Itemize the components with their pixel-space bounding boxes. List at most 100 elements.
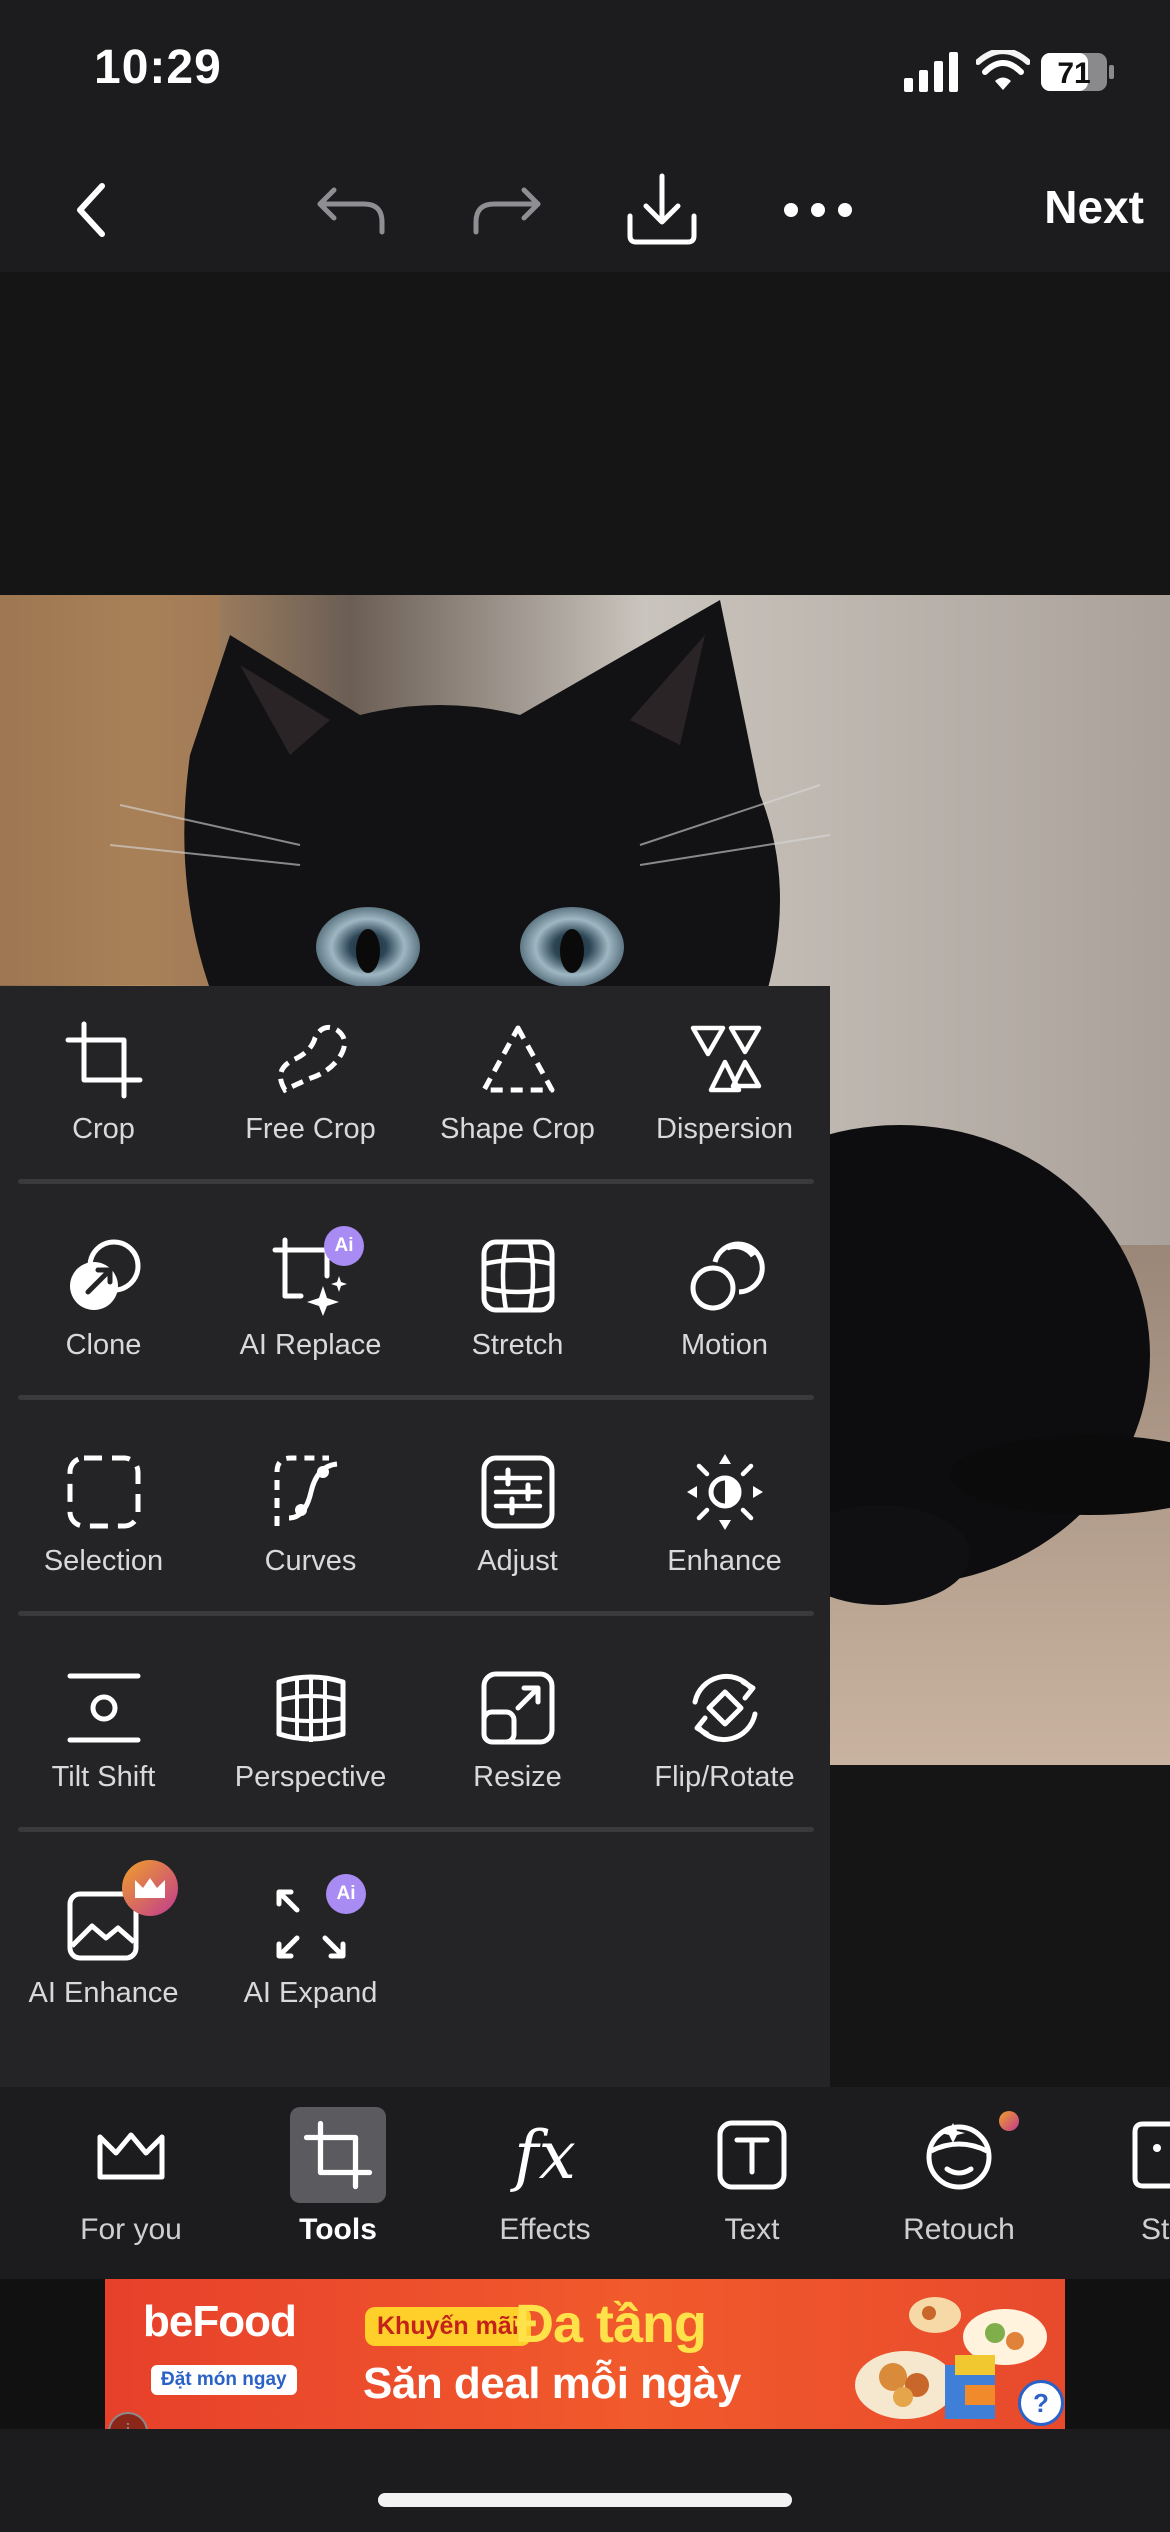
ad-brand-logo: beFood [143, 2297, 297, 2346]
nav-effects[interactable]: fx Effects [450, 2087, 640, 2279]
tool-ai-expand[interactable]: Ai AI Expand [207, 1850, 414, 2066]
tool-enhance[interactable]: Enhance [621, 1418, 828, 1634]
nav-label: Retouch [903, 2213, 1015, 2246]
tool-motion[interactable]: Motion [621, 1202, 828, 1418]
stretch-icon [481, 1239, 554, 1313]
tools-row-1: Crop Free Crop Shape Crop Dispersion [0, 986, 830, 1202]
tool-label: AI Expand [243, 1977, 378, 2009]
tool-crop[interactable]: Crop [0, 986, 207, 1202]
tool-stretch[interactable]: Stretch [414, 1202, 621, 1418]
tool-shape-crop[interactable]: Shape Crop [414, 986, 621, 1202]
tool-selection[interactable]: Selection [0, 1418, 207, 1634]
perspective-icon [276, 1674, 345, 1742]
tool-label: AI Replace [239, 1329, 382, 1361]
tools-panel: Crop Free Crop Shape Crop Dispersion Clo… [0, 986, 830, 2087]
divider [18, 1179, 814, 1184]
tool-label: Motion [680, 1329, 769, 1361]
tool-dispersion[interactable]: Dispersion [621, 986, 828, 1202]
tools-row-5: AI Enhance Ai AI Expand [0, 1850, 830, 2066]
tool-flip-rotate[interactable]: Flip/Rotate [621, 1634, 828, 1850]
crop-icon [65, 1021, 142, 1099]
ad-headline: Đa tầng [515, 2294, 707, 2354]
tool-label: Free Crop [245, 1113, 376, 1145]
premium-crown-icon [122, 1860, 178, 1916]
motion-icon [690, 1241, 765, 1311]
wifi-icon [976, 50, 1030, 90]
home-area [0, 2429, 1170, 2532]
tool-ai-enhance[interactable]: AI Enhance [0, 1850, 207, 2066]
next-button[interactable]: Next [1044, 180, 1144, 234]
tool-adjust[interactable]: Adjust [414, 1418, 621, 1634]
ad-promo-tag: Khuyến mãi [365, 2307, 531, 2346]
ai-badge: Ai [324, 1226, 364, 1266]
top-toolbar: Next [0, 140, 1170, 272]
more-options-icon[interactable] [776, 168, 860, 252]
tools-row-3: Selection Curves Adjust Enhance [0, 1418, 830, 1634]
nav-text[interactable]: Text [657, 2087, 847, 2279]
tool-tilt-shift[interactable]: Tilt Shift [0, 1634, 207, 1850]
tool-curves[interactable]: Curves [207, 1418, 414, 1634]
tool-label: Flip/Rotate [654, 1761, 795, 1793]
tilt-shift-icon [67, 1673, 140, 1743]
tool-label: Tilt Shift [51, 1761, 156, 1793]
signal-icon [904, 52, 958, 92]
free-crop-icon [277, 1024, 347, 1094]
nav-label: Effects [499, 2213, 591, 2246]
bottom-nav: For you Tools fx Effects Text Retouch St… [0, 2087, 1170, 2279]
tool-label: Dispersion [656, 1113, 793, 1145]
retouch-face-icon [911, 2107, 1007, 2203]
back-icon[interactable] [48, 168, 132, 252]
ai-badge: Ai [326, 1874, 366, 1914]
battery-level: 71 [1057, 57, 1090, 90]
redo-icon[interactable] [464, 168, 548, 252]
tool-label: Stretch [471, 1329, 564, 1361]
flip-rotate-icon [692, 1673, 757, 1743]
nav-label: Tools [299, 2213, 377, 2246]
adjust-icon [481, 1455, 554, 1529]
divider [18, 1827, 814, 1832]
ad-banner[interactable]: beFood Đặt món ngay Khuyến mãi Đa tầng S… [105, 2279, 1065, 2429]
nav-label: Text [724, 2213, 780, 2246]
divider [18, 1611, 814, 1616]
tools-row-2: Clone Ai AI Replace Stretch Motion [0, 1202, 830, 1418]
home-indicator[interactable] [378, 2493, 792, 2507]
status-time: 10:29 [94, 41, 222, 94]
tool-label: Adjust [477, 1545, 558, 1577]
tool-resize[interactable]: Resize [414, 1634, 621, 1850]
crown-icon [83, 2107, 179, 2203]
tool-clone[interactable]: Clone [0, 1202, 207, 1418]
crop-icon [290, 2107, 386, 2203]
tool-label: Crop [72, 1113, 135, 1145]
nav-label: For you [80, 2213, 182, 2246]
tool-label: Curves [264, 1545, 357, 1577]
tools-row-4: Tilt Shift Perspective Resize Flip/Rotat… [0, 1634, 830, 1850]
notification-dot [999, 2111, 1019, 2131]
clone-icon [69, 1239, 140, 1310]
ad-help-icon[interactable]: ? [1018, 2380, 1064, 2426]
text-icon [704, 2107, 800, 2203]
dispersion-icon [690, 1025, 761, 1093]
tool-perspective[interactable]: Perspective [207, 1634, 414, 1850]
tool-free-crop[interactable]: Free Crop [207, 986, 414, 1202]
ad-subline: Săn deal mỗi ngày [363, 2359, 741, 2408]
nav-tools[interactable]: Tools [243, 2087, 433, 2279]
divider [18, 1395, 814, 1400]
status-bar: 10:29 71 [0, 0, 1170, 140]
download-icon[interactable] [620, 168, 704, 252]
nav-for-you[interactable]: For you [36, 2087, 226, 2279]
sticker-icon [1118, 2107, 1170, 2203]
tool-label: Shape Crop [440, 1113, 595, 1145]
fx-icon: fx [514, 2116, 576, 2194]
battery-icon: 71 [1041, 53, 1114, 91]
nav-retouch[interactable]: Retouch [864, 2087, 1054, 2279]
curves-icon [274, 1455, 337, 1526]
enhance-icon [686, 1454, 763, 1530]
tool-ai-replace[interactable]: Ai AI Replace [207, 1202, 414, 1418]
nav-label: Stic [1140, 2213, 1170, 2246]
tool-label: Clone [65, 1329, 142, 1361]
nav-stickers[interactable]: Stic [1071, 2087, 1170, 2279]
undo-icon[interactable] [310, 168, 394, 252]
tool-label: AI Enhance [28, 1977, 179, 2009]
ad-container: beFood Đặt món ngay Khuyến mãi Đa tầng S… [0, 2279, 1170, 2429]
resize-icon [481, 1671, 554, 1745]
